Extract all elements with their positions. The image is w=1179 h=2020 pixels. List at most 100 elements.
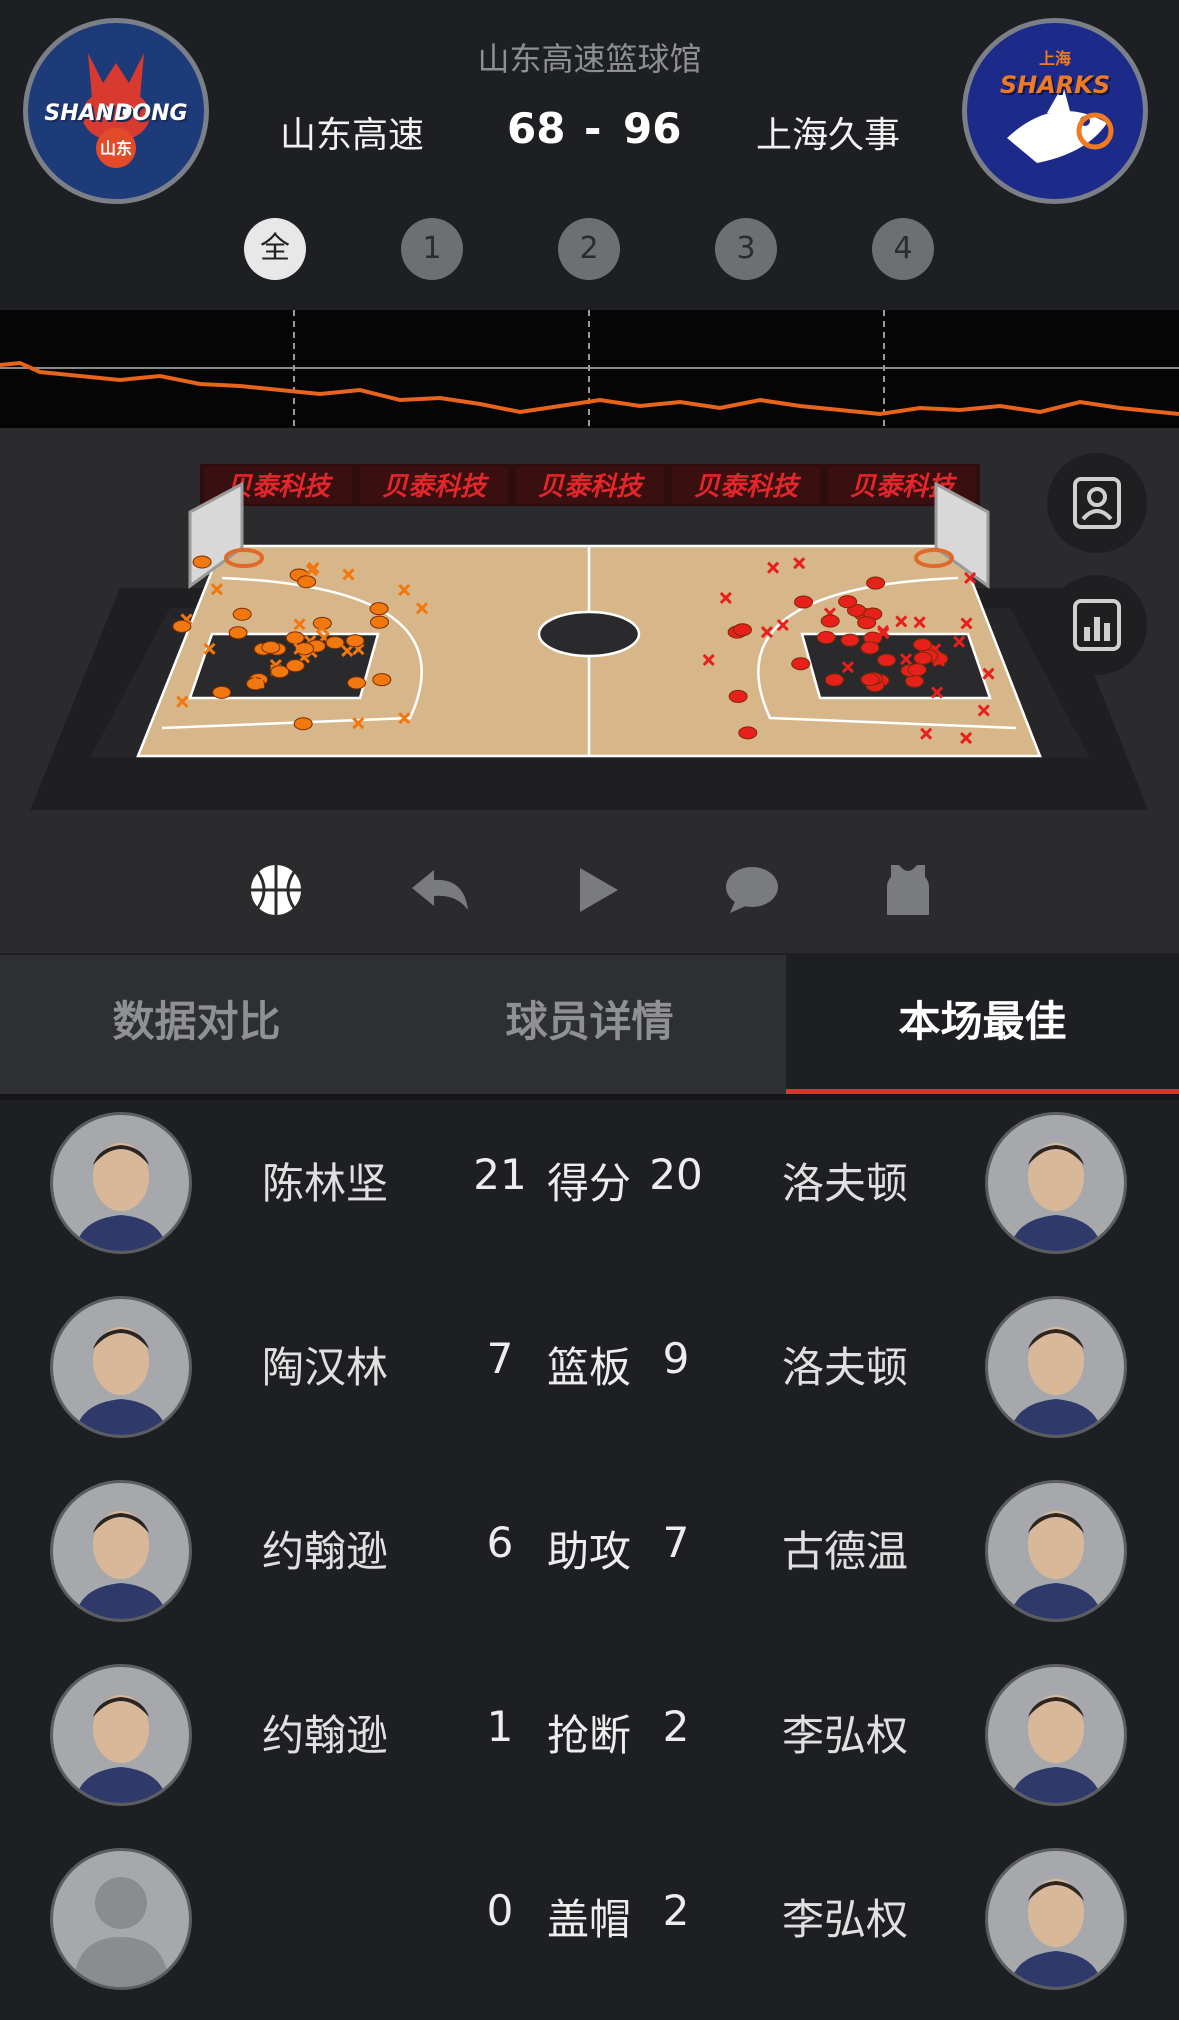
shot-made-marker (791, 657, 811, 671)
away-player-name: 李弘权 (782, 1711, 909, 1760)
player-face-icon (1010, 1695, 1102, 1803)
avatar[interactable] (985, 1480, 1127, 1622)
shot-made-marker (857, 616, 877, 630)
shot-made-marker (732, 623, 752, 637)
shot-made-marker (824, 673, 844, 687)
home-stat-value: 0 (486, 1886, 514, 1935)
shot-made-marker (860, 673, 880, 687)
shot-made-marker (347, 676, 367, 690)
stats-tab-bar: 数据对比 球员详情 本场最佳 (0, 955, 1179, 1095)
home-score: 68 (507, 104, 566, 153)
avatar[interactable] (985, 1848, 1127, 1990)
away-player-name: 洛夫顿 (782, 1159, 909, 1208)
shot-made-marker (860, 641, 880, 655)
stat-label: 助攻 (546, 1527, 631, 1576)
home-logo-text: SHANDONG (44, 101, 188, 126)
stat-label: 得分 (546, 1159, 631, 1208)
shot-made-marker (325, 636, 345, 650)
avatar[interactable] (50, 1296, 192, 1438)
player-face-icon (75, 1143, 167, 1251)
shot-made-marker (820, 614, 840, 628)
player-face-icon (1010, 1879, 1102, 1987)
shot-made-marker (877, 653, 897, 667)
shot-made-marker (372, 673, 392, 687)
away-logo-text: SHARKS (999, 71, 1111, 99)
period-tab-3[interactable]: 3 (715, 218, 777, 280)
player-card-button[interactable] (1047, 453, 1147, 553)
best-row-points[interactable]: 陈林坚 21 得分 20 洛夫顿 (0, 1100, 1179, 1284)
home-logo-sub: 山东 (99, 139, 132, 158)
play-icon (580, 868, 618, 912)
score-trend-chart (0, 310, 1179, 428)
comment-button[interactable] (720, 860, 784, 920)
shot-made-marker (912, 638, 932, 652)
period-tab-all[interactable]: 全 (244, 218, 306, 280)
avatar[interactable] (50, 1480, 192, 1622)
best-row-rebounds[interactable]: 陶汉林 7 篮板 9 洛夫顿 (0, 1284, 1179, 1468)
score-separator: - (584, 104, 602, 153)
rewind-button[interactable] (408, 860, 472, 920)
away-logo-sub: 上海 (1038, 49, 1071, 68)
home-stat-value: 1 (486, 1702, 514, 1751)
away-player-name: 洛夫顿 (782, 1343, 909, 1392)
away-stat-value: 7 (662, 1518, 690, 1567)
player-face-icon (75, 1327, 167, 1435)
player-face-icon (75, 1695, 167, 1803)
play-button[interactable] (566, 860, 630, 920)
period-tab-4[interactable]: 4 (872, 218, 934, 280)
period-tab-1[interactable]: 1 (401, 218, 463, 280)
shot-made-marker (866, 576, 886, 590)
stat-label: 抢断 (546, 1711, 631, 1760)
shot-made-marker (212, 685, 232, 699)
avatar[interactable] (985, 1112, 1127, 1254)
best-players-list: 陈林坚 21 得分 20 洛夫顿 陶汉林 7 篮板 9 洛夫顿 约翰逊 6 助攻… (0, 1100, 1179, 1998)
shot-made-marker (838, 595, 858, 609)
shot-made-marker (345, 634, 365, 648)
home-player-name: 陈林坚 (262, 1159, 389, 1208)
best-row-blocks[interactable]: 0 盖帽 2 李弘权 (0, 1836, 1179, 2020)
jersey-button[interactable] (876, 860, 940, 920)
best-row-steals[interactable]: 约翰逊 1 抢断 2 李弘权 (0, 1652, 1179, 1836)
stats-chart-button[interactable] (1047, 575, 1147, 675)
shot-made-marker (904, 674, 924, 688)
best-row-assists[interactable]: 约翰逊 6 助攻 7 古德温 (0, 1468, 1179, 1652)
shot-made-marker (228, 626, 248, 640)
player-face-icon (1010, 1327, 1102, 1435)
player-face-icon (1010, 1143, 1102, 1251)
basketball-icon (251, 865, 301, 915)
home-team-name: 山东高速 (280, 115, 425, 156)
away-player-name: 古德温 (782, 1527, 909, 1576)
jersey-icon (887, 865, 929, 915)
home-stat-value: 6 (486, 1518, 514, 1567)
period-tab-2[interactable]: 2 (558, 218, 620, 280)
tab-player-details[interactable]: 球员详情 (393, 955, 786, 1095)
away-team-name: 上海久事 (756, 115, 901, 156)
game-header: SHANDONG 山东 山东高速篮球馆 山东高速 68 - 96 上海久事 SH… (0, 0, 1179, 310)
away-stat-value: 2 (662, 1702, 690, 1751)
avatar[interactable] (50, 1112, 192, 1254)
tab-data-compare[interactable]: 数据对比 (0, 955, 393, 1095)
away-team-logo[interactable]: SHARKS 上海 (962, 18, 1148, 204)
shot-made-marker (172, 619, 192, 633)
away-score: 96 (623, 104, 682, 153)
shot-chart-toggle[interactable] (244, 860, 308, 920)
shot-made-marker (192, 555, 212, 569)
home-stat-value: 21 (473, 1150, 527, 1199)
shot-made-marker (728, 689, 748, 703)
avatar[interactable] (985, 1296, 1127, 1438)
tab-best-players[interactable]: 本场最佳 (786, 955, 1179, 1095)
sponsor-text: 贝泰科技 (538, 472, 646, 502)
avatar[interactable] (50, 1664, 192, 1806)
comment-icon (726, 867, 778, 913)
away-stat-value: 2 (662, 1886, 690, 1935)
stats-chart-icon (1073, 599, 1121, 651)
shot-chart-panel: 贝泰科技 贝泰科技 贝泰科技 贝泰科技 贝泰科技 (0, 428, 1179, 953)
avatar[interactable] (985, 1664, 1127, 1806)
avatar-placeholder[interactable] (50, 1848, 192, 1990)
sponsor-text: 贝泰科技 (694, 472, 802, 502)
player-face-icon (1010, 1511, 1102, 1619)
person-silhouette-icon (73, 1877, 169, 1987)
shot-made-marker (907, 663, 927, 677)
stat-label: 盖帽 (546, 1895, 631, 1944)
away-stat-value: 20 (649, 1150, 703, 1199)
